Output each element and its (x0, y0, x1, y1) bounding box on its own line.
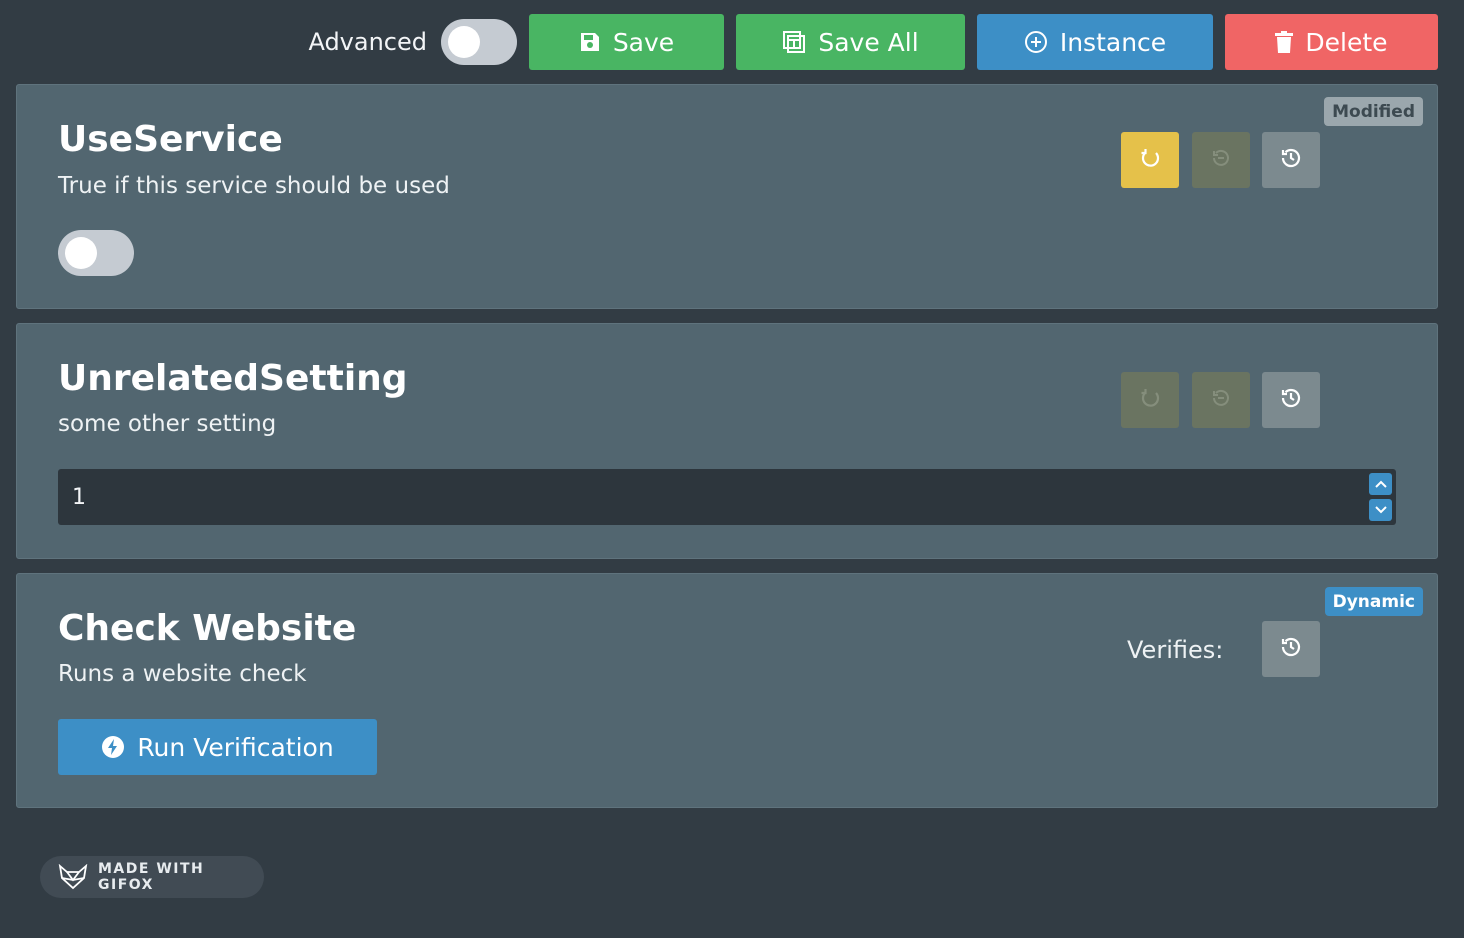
history-icon (1279, 386, 1303, 414)
made-with-gifox-label: MADE WITH GIFOX (98, 861, 205, 893)
verifies-label: Verifies: (1127, 636, 1224, 664)
setting-title: UseService (58, 119, 283, 160)
advanced-label: Advanced (308, 28, 427, 56)
refresh-icon (1139, 147, 1161, 173)
save-all-label: Save All (818, 27, 919, 57)
fox-logo-icon (58, 864, 88, 890)
undo-button[interactable] (1192, 372, 1250, 428)
history-button[interactable] (1262, 372, 1320, 428)
refresh-icon (1139, 387, 1161, 413)
undo-icon (1210, 387, 1232, 413)
toggle-knob (65, 237, 97, 269)
bolt-icon (101, 735, 125, 759)
modified-badge: Modified (1324, 97, 1423, 126)
save-all-button[interactable]: Save All (736, 14, 965, 70)
chevron-up-icon[interactable] (1369, 473, 1392, 495)
undo-button[interactable] (1192, 132, 1250, 188)
setting-card-check-website: Dynamic Check Website Runs a website che… (16, 573, 1438, 808)
dynamic-badge: Dynamic (1324, 587, 1423, 616)
useservice-toggle[interactable] (58, 230, 134, 276)
setting-description: Runs a website check (58, 661, 307, 687)
setting-description: True if this service should be used (58, 173, 450, 199)
instance-button[interactable]: Instance (977, 14, 1213, 70)
history-button[interactable] (1262, 132, 1320, 188)
undo-icon (1210, 147, 1232, 173)
history-icon (1279, 146, 1303, 174)
setting-title: UnrelatedSetting (58, 358, 408, 399)
advanced-toggle[interactable] (441, 19, 517, 65)
run-verification-label: Run Verification (137, 732, 334, 762)
setting-description: some other setting (58, 411, 277, 437)
reset-button[interactable] (1121, 132, 1179, 188)
plus-circle-icon (1024, 30, 1048, 54)
run-verification-button[interactable]: Run Verification (58, 719, 377, 775)
toolbar: Advanced Save Save All Instance Delete (308, 14, 1438, 70)
save-label: Save (612, 27, 675, 57)
chevron-down-icon[interactable] (1369, 499, 1392, 521)
toggle-knob (448, 26, 480, 58)
history-icon (1279, 635, 1303, 663)
instance-label: Instance (1059, 27, 1167, 57)
number-stepper (1369, 473, 1392, 521)
number-value: 1 (72, 484, 86, 510)
made-with-gifox-badge[interactable]: MADE WITH GIFOX (40, 856, 264, 898)
reset-button[interactable] (1121, 372, 1179, 428)
delete-label: Delete (1305, 27, 1388, 57)
save-all-icon (782, 30, 806, 54)
setting-title: Check Website (58, 608, 357, 649)
save-icon (579, 31, 601, 53)
trash-icon (1275, 31, 1294, 53)
setting-card-unrelated: UnrelatedSetting some other setting 1 (16, 323, 1438, 559)
setting-card-useservice: Modified UseService True if this service… (16, 84, 1438, 309)
delete-button[interactable]: Delete (1225, 14, 1438, 70)
save-button[interactable]: Save (529, 14, 724, 70)
unrelated-setting-number-input[interactable]: 1 (58, 469, 1396, 525)
history-button[interactable] (1262, 621, 1320, 677)
